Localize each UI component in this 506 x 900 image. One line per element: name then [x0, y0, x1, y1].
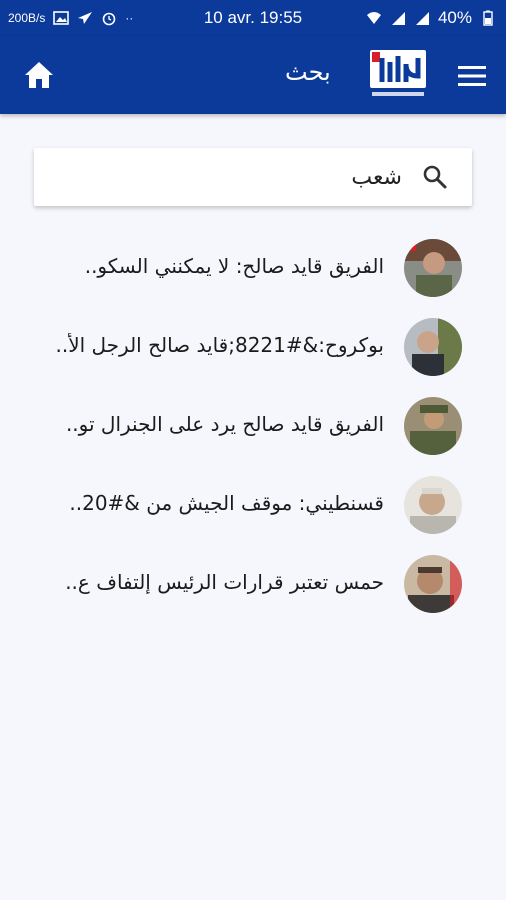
signal-icon — [391, 12, 405, 25]
page-title: بحث — [285, 58, 331, 86]
search-icon[interactable] — [422, 164, 448, 190]
news-thumbnail — [404, 476, 462, 534]
status-right: 40% — [366, 8, 496, 28]
news-thumbnail — [404, 239, 462, 297]
alarm-icon — [103, 12, 116, 26]
search-input[interactable] — [46, 148, 416, 206]
status-left: 200B/s ·· — [8, 10, 133, 26]
status-bar: 200B/s ·· 10 avr. 19:55 40% — [0, 0, 506, 36]
list-item[interactable]: الفريق قايد صالح: لا يمكنني السكو.. — [0, 230, 506, 309]
image-icon — [53, 11, 70, 25]
signal-icon-2 — [415, 12, 429, 25]
net-speed: 200B/s — [8, 11, 46, 25]
news-thumbnail — [404, 555, 462, 613]
app-logo — [362, 46, 434, 104]
news-thumbnail — [404, 397, 462, 455]
more-dots-icon: ·· — [125, 11, 134, 25]
send-icon — [78, 12, 93, 24]
menu-icon[interactable] — [456, 62, 488, 90]
news-title: بوكروح:&#8221;قايد صالح الرجل الأ.. — [55, 333, 384, 357]
list-item[interactable]: قسنطيني: موقف الجيش من &#20.. — [0, 467, 506, 546]
wifi-icon — [366, 12, 381, 24]
app-bar: بحث — [0, 36, 506, 114]
list-item[interactable]: بوكروح:&#8221;قايد صالح الرجل الأ.. — [0, 309, 506, 388]
news-title: قسنطيني: موقف الجيش من &#20.. — [69, 491, 384, 515]
list-item[interactable]: الفريق قايد صالح يرد على الجنرال تو.. — [0, 388, 506, 467]
news-thumbnail — [404, 318, 462, 376]
results-list: الفريق قايد صالح: لا يمكنني السكو.. بوكر… — [0, 230, 506, 625]
battery-icon — [483, 10, 493, 26]
news-title: حمس تعتبر قرارات الرئيس إلتفاف ع.. — [65, 570, 384, 594]
list-item[interactable]: حمس تعتبر قرارات الرئيس إلتفاف ع.. — [0, 546, 506, 625]
search-box — [34, 148, 472, 206]
battery-level: 40% — [437, 8, 472, 27]
home-icon[interactable] — [22, 58, 56, 92]
news-title: الفريق قايد صالح: لا يمكنني السكو.. — [84, 254, 384, 278]
news-title: الفريق قايد صالح يرد على الجنرال تو.. — [65, 412, 384, 436]
